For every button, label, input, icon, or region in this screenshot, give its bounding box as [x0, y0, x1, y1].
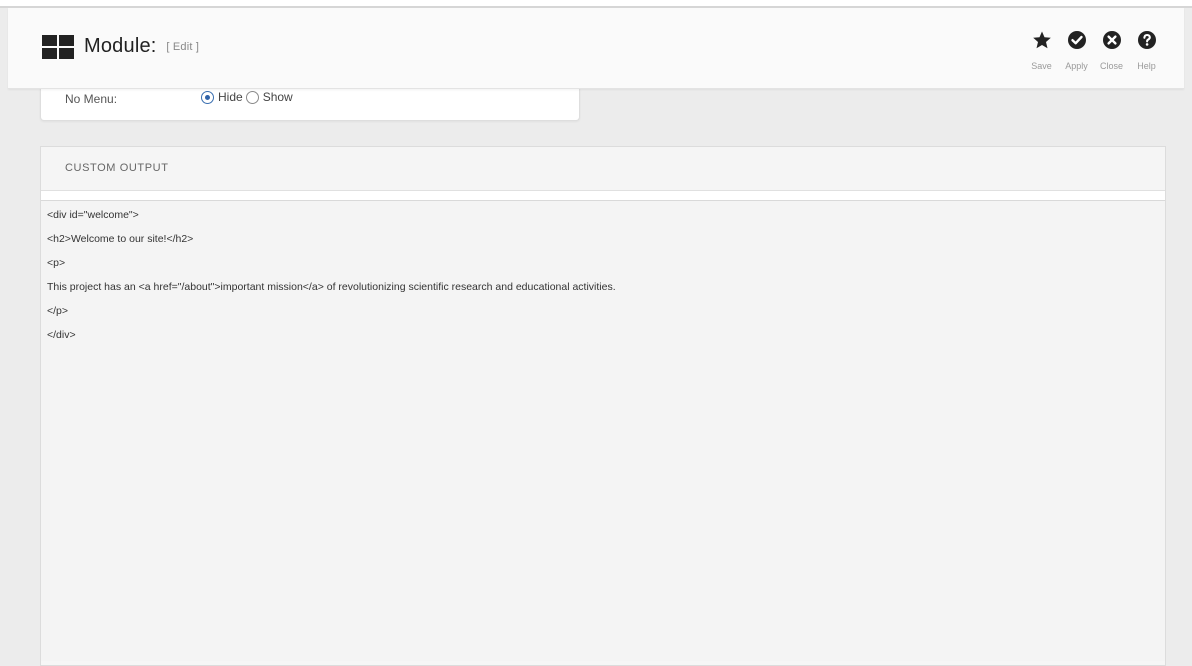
apply-button-label: Apply	[1065, 61, 1088, 71]
code-line: <h2>Welcome to our site!</h2>	[47, 233, 194, 245]
star-icon	[1032, 31, 1051, 49]
custom-output-editor[interactable]: <div id="welcome"> <h2>Welcome to our si…	[41, 201, 1165, 661]
hide-radio-button[interactable]	[201, 90, 214, 104]
help-button-label: Help	[1137, 61, 1156, 71]
code-line: </div>	[47, 329, 76, 341]
toolbar-actions: Save Apply Close Help	[1026, 30, 1162, 71]
page-title: Module: [ Edit ]	[84, 35, 199, 58]
no-menu-radio-group: Hide Show	[201, 90, 296, 104]
page-title-task: [ Edit ]	[166, 41, 200, 53]
page-title-text: Module:	[84, 35, 157, 57]
save-button[interactable]: Save	[1026, 30, 1057, 71]
show-radio-label: Show	[262, 90, 293, 104]
close-button-label: Close	[1099, 61, 1123, 71]
hide-radio-label: Hide	[218, 90, 243, 104]
code-line: This project has an <a href="/about">imp…	[47, 281, 616, 293]
apply-button[interactable]: Apply	[1061, 30, 1092, 71]
close-circle-icon	[1102, 31, 1121, 49]
hide-radio[interactable]: Hide	[201, 90, 243, 104]
module-grid-icon	[42, 35, 74, 59]
help-circle-icon	[1137, 31, 1156, 49]
custom-output-divider	[41, 191, 1165, 201]
close-button[interactable]: Close	[1096, 30, 1127, 71]
code-line: <p>	[47, 257, 66, 269]
no-menu-label: No Menu:	[65, 92, 118, 106]
custom-output-header: CUSTOM OUTPUT	[41, 147, 1165, 191]
save-button-label: Save	[1031, 61, 1052, 71]
show-radio-button[interactable]	[245, 90, 259, 104]
code-line: </p>	[47, 305, 69, 317]
show-radio[interactable]: Show	[245, 90, 293, 104]
check-circle-icon	[1067, 31, 1086, 49]
custom-output-panel: CUSTOM OUTPUT <div id="welcome"> <h2>Wel…	[40, 146, 1166, 666]
help-button[interactable]: Help	[1131, 30, 1162, 71]
toolbar: Module: [ Edit ] Save Apply Close Help	[8, 8, 1184, 89]
code-line: <div id="welcome">	[47, 209, 139, 221]
custom-output-title: CUSTOM OUTPUT	[65, 162, 169, 174]
